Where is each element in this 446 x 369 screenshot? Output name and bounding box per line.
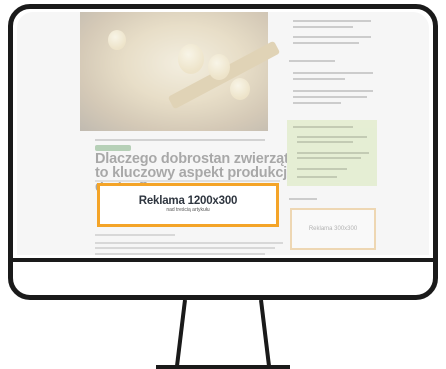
paragraph-line [95, 247, 275, 249]
breadcrumb [95, 139, 265, 141]
sidebar-line [297, 157, 361, 159]
monitor-chin-divider [13, 258, 433, 262]
chick-graphic [208, 54, 230, 80]
chick-graphic [230, 78, 250, 100]
stand-right-leg [259, 300, 271, 367]
sidebar-line [293, 72, 373, 74]
sidebar-highlight-box [287, 120, 377, 186]
paragraph-line [95, 242, 283, 244]
monitor-screen: Dlaczego dobrostan zwierząt to kluczowy … [17, 12, 429, 255]
main-ad-placeholder: Reklama 1200x300 nad treścią artykułu [97, 183, 279, 227]
sidebar-line [297, 141, 353, 143]
main-ad-caption: nad treścią artykułu [166, 207, 210, 213]
chick-graphic [108, 30, 126, 50]
paragraph-line [95, 253, 265, 255]
monitor-stand-neck [175, 300, 271, 367]
sidebar-line [293, 90, 373, 92]
sidebar-line [293, 42, 359, 44]
article-meta [95, 180, 280, 182]
sidebar-line [293, 78, 345, 80]
paragraph-line [95, 234, 175, 236]
sidebar-line [297, 168, 347, 170]
sidebar-line [293, 96, 367, 98]
monitor: Dlaczego dobrostan zwierząt to kluczowy … [8, 4, 438, 300]
sidebar-line [293, 102, 341, 104]
sidebar-ad-label: Reklama 300x300 [308, 226, 358, 232]
sidebar-line [293, 36, 371, 38]
sidebar-line [293, 126, 353, 128]
sidebar-line [297, 176, 337, 178]
sidebar-line [297, 136, 367, 138]
sidebar-line [289, 198, 317, 200]
chick-graphic [178, 44, 204, 74]
sidebar-ad-placeholder: Reklama 300x300 [290, 208, 376, 250]
sidebar-line [293, 26, 353, 28]
stand-left-leg [175, 300, 187, 367]
sidebar-line [289, 60, 335, 62]
article-hero-image [80, 12, 281, 131]
sidebar-line [297, 152, 369, 154]
main-ad-label: Reklama 1200x300 [138, 195, 238, 207]
monitor-stand-base [156, 365, 290, 369]
sidebar-line [293, 20, 371, 22]
